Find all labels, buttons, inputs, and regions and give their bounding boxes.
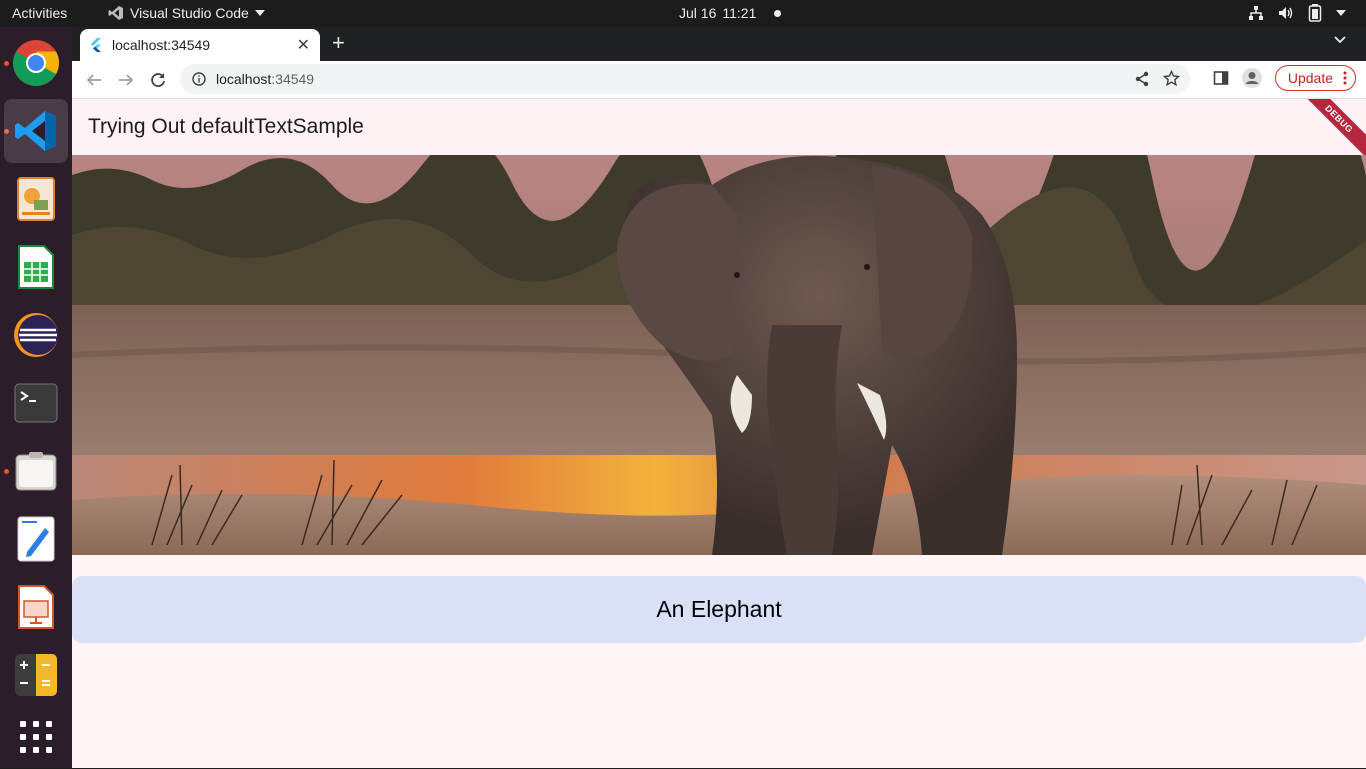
- app-menu-label: Visual Studio Code: [130, 5, 249, 21]
- caption-text: An Elephant: [656, 596, 782, 622]
- tab-localhost[interactable]: localhost:34549 ✕: [80, 29, 320, 61]
- dock-item-eclipse[interactable]: [4, 303, 68, 367]
- dock-item-files[interactable]: [4, 439, 68, 503]
- network-icon: [1249, 6, 1263, 20]
- caption-card: An Elephant: [72, 576, 1366, 643]
- app-bar-title: Trying Out defaultTextSample: [88, 115, 364, 138]
- dock-item-image-viewer[interactable]: [4, 167, 68, 231]
- dock-item-impress[interactable]: [4, 575, 68, 639]
- dock-item-terminal[interactable]: [4, 371, 68, 435]
- chevron-down-icon: [1336, 10, 1346, 16]
- vscode-icon: [15, 111, 56, 151]
- text-editor-icon: [17, 516, 55, 562]
- vscode-small-icon: [108, 6, 123, 20]
- side-panel-icon[interactable]: [1213, 70, 1229, 86]
- activities-button[interactable]: Activities: [12, 5, 67, 21]
- dock: [0, 27, 72, 768]
- flutter-favicon-icon: [91, 38, 101, 52]
- app-bar: Trying Out defaultTextSample: [72, 99, 1366, 155]
- forward-button[interactable]: [110, 64, 142, 96]
- profile-avatar-icon[interactable]: [1241, 67, 1263, 89]
- calculator-icon: [15, 654, 57, 696]
- browser-window: localhost:34549 ✕ + localhost:34549 Upda…: [72, 27, 1366, 768]
- tab-title: localhost:34549: [112, 37, 211, 53]
- address-bar[interactable]: localhost:34549: [180, 64, 1190, 94]
- kebab-menu-icon: [1343, 71, 1347, 85]
- flutter-app: Trying Out defaultTextSample DEBUG An El…: [72, 99, 1366, 768]
- dock-item-show-apps[interactable]: [4, 705, 68, 769]
- volume-icon: [1279, 7, 1293, 19]
- toolbar-right-actions: Update: [1213, 65, 1356, 91]
- chevron-down-icon: [254, 10, 265, 16]
- impress-icon: [18, 585, 54, 629]
- elephant-photo: [72, 155, 1366, 555]
- dock-item-text-editor[interactable]: [4, 507, 68, 571]
- system-top-bar: Activities Visual Studio Code Jul 16 11:…: [0, 0, 1366, 27]
- notification-dot-icon: [774, 9, 782, 17]
- bookmark-star-icon[interactable]: [1163, 70, 1180, 87]
- calc-icon: [18, 245, 54, 289]
- update-button[interactable]: Update: [1274, 65, 1356, 91]
- app-grid-icon: [20, 721, 52, 753]
- site-info-icon[interactable]: [192, 72, 206, 86]
- clock-date: Jul 16: [679, 5, 717, 21]
- image-viewer-icon: [17, 177, 55, 221]
- tab-strip: localhost:34549 ✕ +: [72, 27, 1366, 61]
- forward-arrow-icon: [119, 73, 134, 86]
- back-arrow-icon: [86, 73, 101, 86]
- tab-close-icon[interactable]: ✕: [297, 35, 310, 55]
- clock-time: 11:21: [722, 5, 757, 21]
- dock-item-calc[interactable]: [4, 235, 68, 299]
- url-port: :34549: [271, 71, 315, 87]
- dock-item-chrome[interactable]: [4, 31, 68, 95]
- share-icon[interactable]: [1134, 71, 1150, 87]
- system-tray[interactable]: [1248, 4, 1346, 22]
- browser-toolbar: localhost:34549 Update: [72, 61, 1366, 99]
- files-icon: [15, 452, 57, 491]
- chrome-icon: [13, 40, 59, 86]
- reload-button[interactable]: [142, 64, 174, 96]
- clock[interactable]: Jul 16 11:21: [679, 5, 782, 21]
- new-tab-icon[interactable]: +: [332, 32, 345, 54]
- eclipse-icon: [14, 313, 58, 357]
- update-label: Update: [1287, 70, 1333, 86]
- battery-icon: [1308, 4, 1322, 22]
- back-button[interactable]: [78, 64, 110, 96]
- app-menu[interactable]: Visual Studio Code: [108, 5, 265, 21]
- terminal-icon: [14, 383, 58, 423]
- url-host: localhost: [216, 71, 272, 87]
- dock-item-calculator[interactable]: [4, 643, 68, 707]
- tab-search-chevron-icon[interactable]: [1334, 36, 1346, 44]
- dock-item-vscode[interactable]: [4, 99, 68, 163]
- reload-icon: [151, 72, 165, 87]
